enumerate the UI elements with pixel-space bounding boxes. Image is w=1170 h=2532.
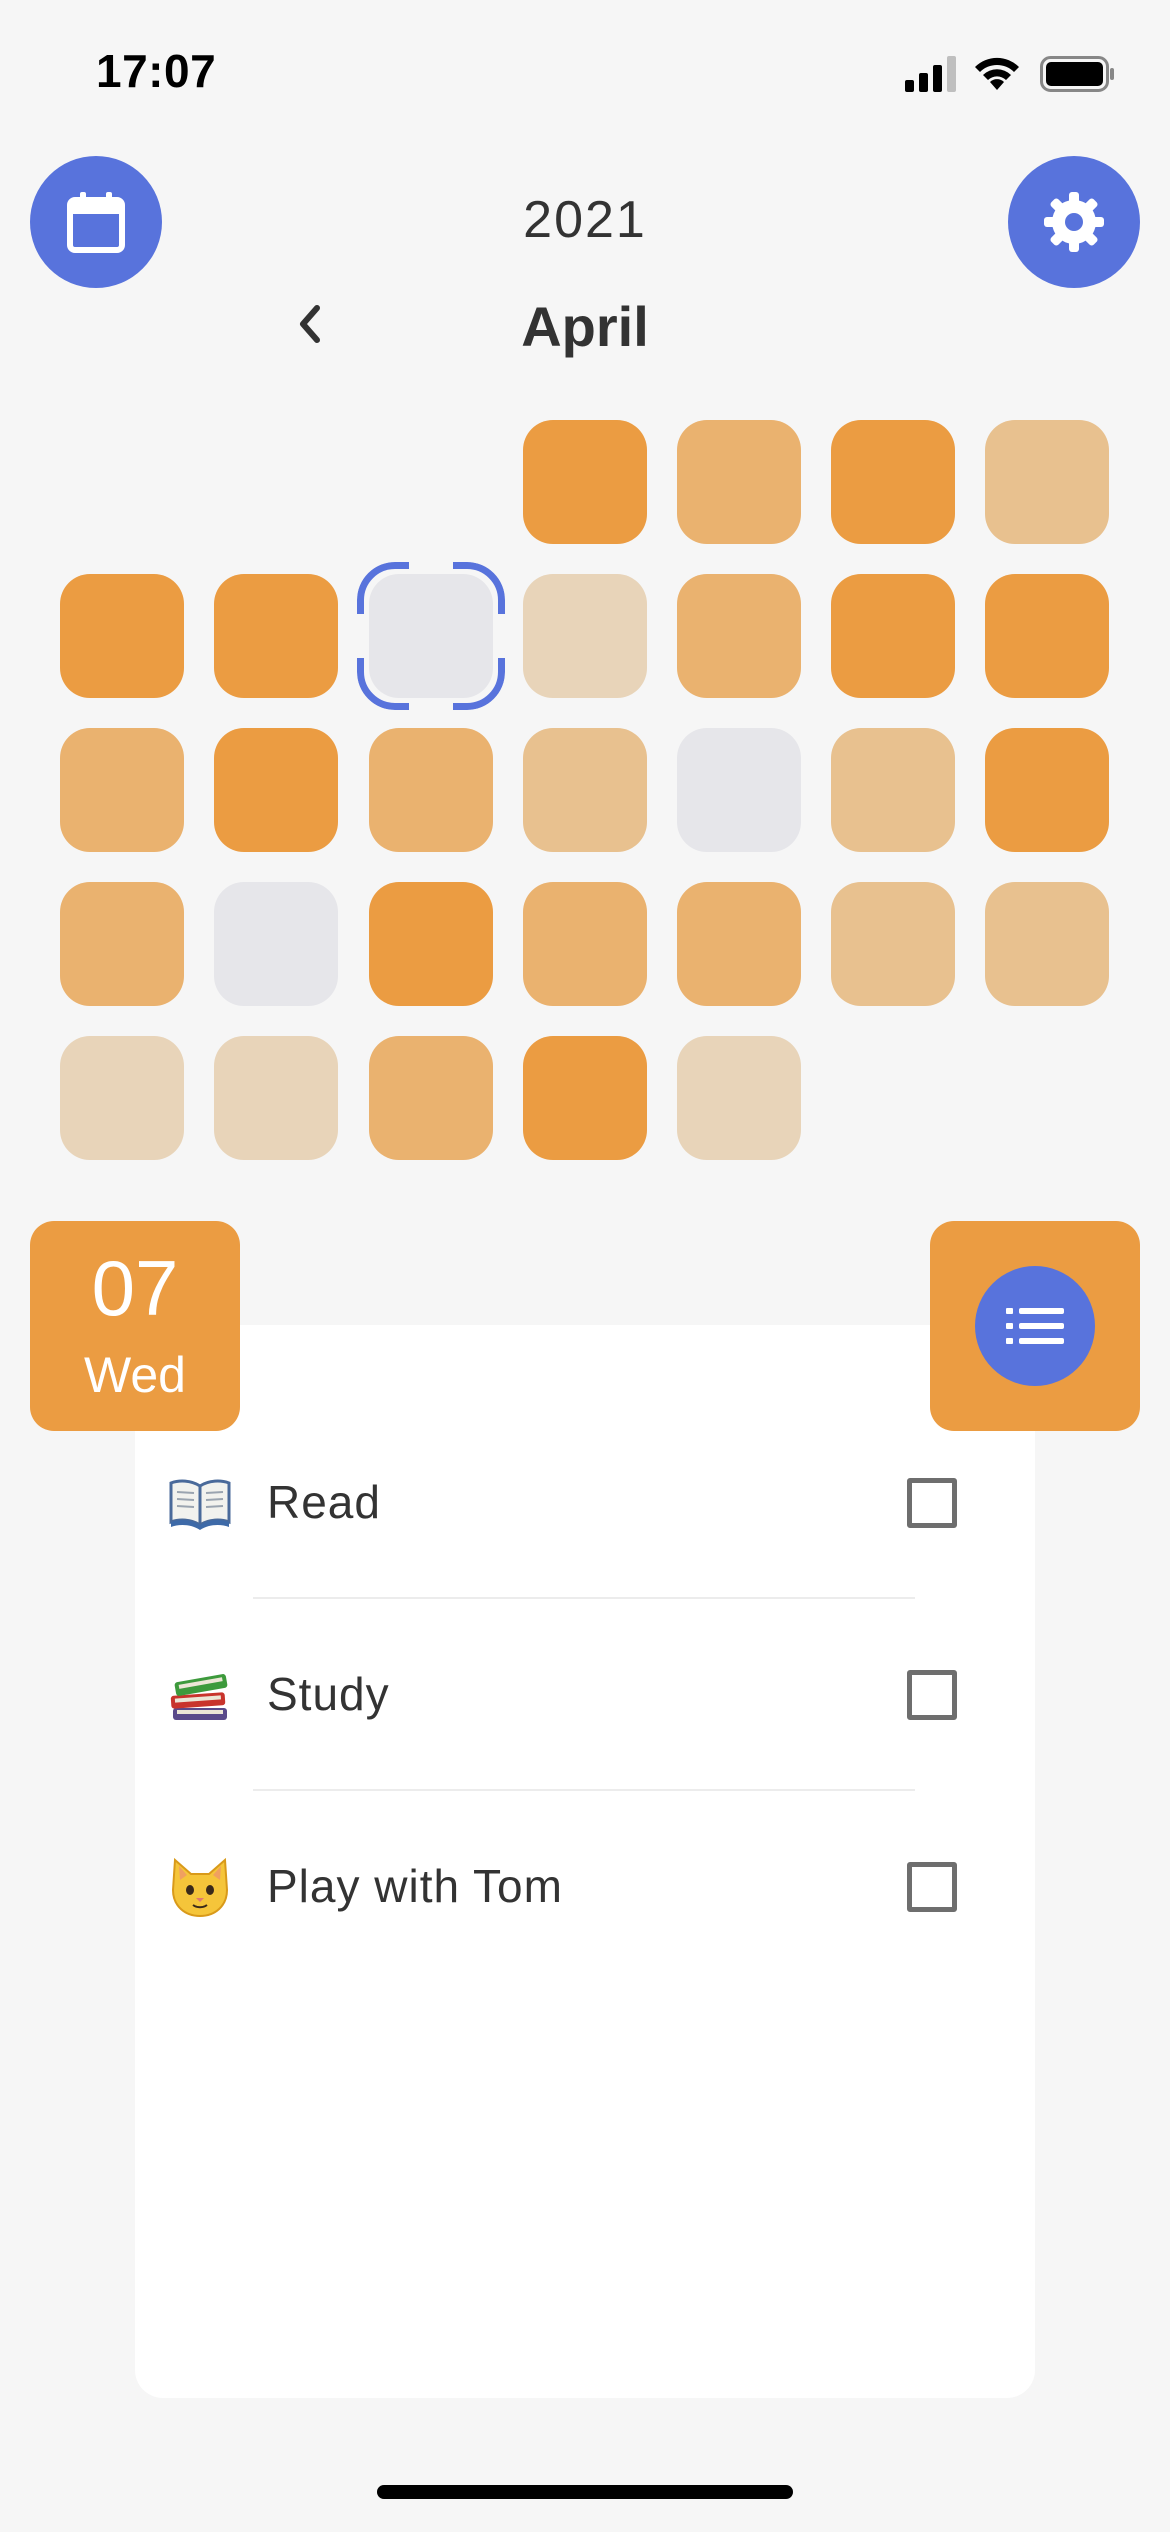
task-label: Read [267, 1476, 381, 1528]
task-row-study[interactable]: Study [135, 1620, 1035, 1770]
day-cell[interactable] [214, 882, 338, 1006]
battery-icon [1040, 56, 1114, 92]
day-cell[interactable] [523, 420, 647, 544]
divider [253, 1789, 915, 1791]
day-cell[interactable] [523, 1036, 647, 1160]
day-cell[interactable] [985, 574, 1109, 698]
day-cell[interactable] [60, 728, 184, 852]
home-indicator [377, 2485, 793, 2499]
task-row-play-with-tom[interactable]: Play with Tom [135, 1812, 1035, 1962]
divider [253, 1597, 915, 1599]
gear-icon [1044, 192, 1104, 252]
books-icon [170, 1674, 228, 1720]
month-label: April [521, 295, 649, 358]
list-button[interactable] [975, 1266, 1095, 1386]
day-cell-selected[interactable] [369, 574, 493, 698]
day-cell[interactable] [369, 882, 493, 1006]
signal-icon [905, 56, 956, 92]
open-book-icon [169, 1479, 231, 1530]
task-label: Play with Tom [267, 1860, 563, 1912]
day-cell[interactable] [677, 728, 801, 852]
year-label: 2021 [523, 191, 647, 249]
selected-day-number: 07 [91, 1244, 179, 1332]
day-cell[interactable] [985, 882, 1109, 1006]
wifi-icon [975, 57, 1019, 90]
day-cell[interactable] [831, 420, 955, 544]
day-cell[interactable] [214, 1036, 338, 1160]
task-row-read[interactable]: Read [135, 1428, 1035, 1578]
day-cell[interactable] [214, 574, 338, 698]
day-cell[interactable] [985, 420, 1109, 544]
settings-button[interactable] [1008, 156, 1140, 288]
day-cell[interactable] [369, 1036, 493, 1160]
day-cell[interactable] [831, 882, 955, 1006]
selected-weekday: Wed [84, 1347, 186, 1403]
day-cell[interactable] [677, 882, 801, 1006]
day-cell[interactable] [60, 882, 184, 1006]
status-time: 17:07 [96, 45, 217, 97]
task-checkbox[interactable] [907, 1862, 957, 1912]
list-badge [930, 1221, 1140, 1431]
day-cell[interactable] [523, 574, 647, 698]
status-bar: 17:07 [0, 0, 1170, 140]
day-cell[interactable] [831, 574, 955, 698]
selected-date-badge: 07 Wed [30, 1221, 240, 1431]
day-cell[interactable] [60, 574, 184, 698]
day-cell[interactable] [985, 728, 1109, 852]
day-cell[interactable] [831, 728, 955, 852]
task-checkbox[interactable] [907, 1478, 957, 1528]
day-cell[interactable] [214, 728, 338, 852]
day-cell[interactable] [369, 728, 493, 852]
day-cell[interactable] [677, 574, 801, 698]
task-label: Study [267, 1668, 390, 1720]
day-cell[interactable] [60, 1036, 184, 1160]
day-cell[interactable] [523, 882, 647, 1006]
task-checkbox[interactable] [907, 1670, 957, 1720]
cat-face-icon [171, 1857, 229, 1918]
day-cell[interactable] [677, 420, 801, 544]
day-cell[interactable] [677, 1036, 801, 1160]
day-cell[interactable] [523, 728, 647, 852]
list-icon [1006, 1308, 1064, 1344]
